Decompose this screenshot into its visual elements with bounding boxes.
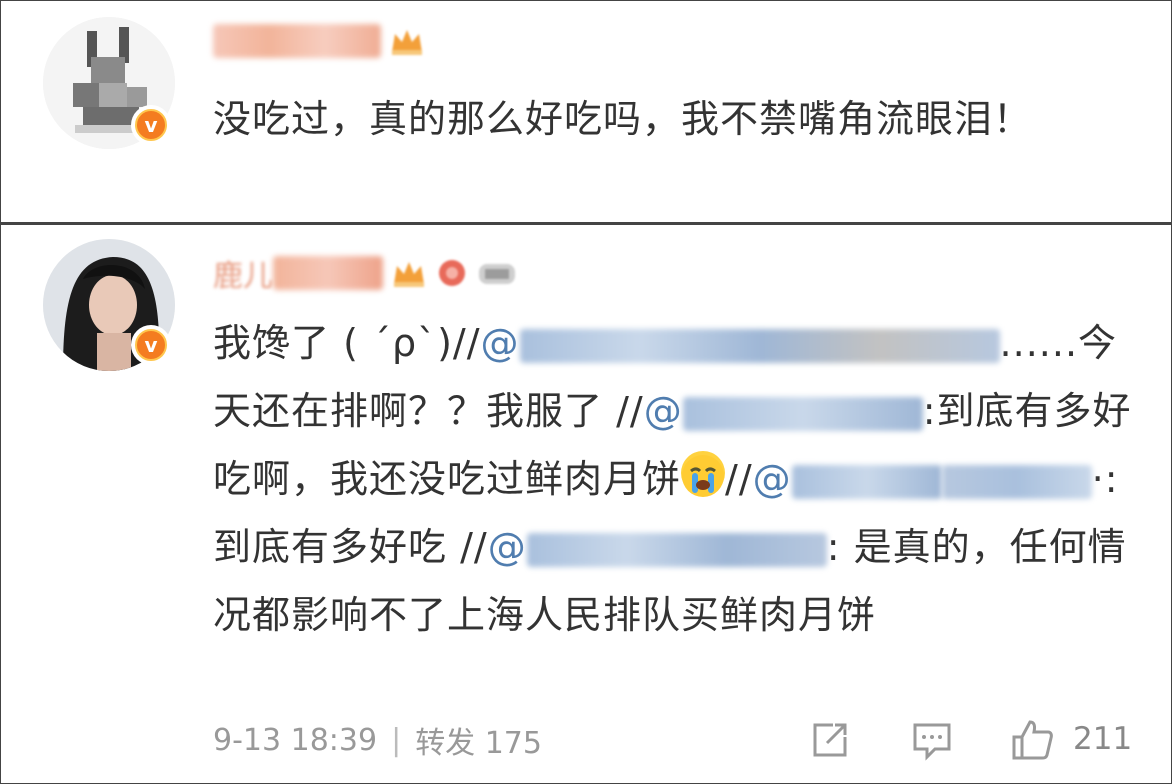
mention-link[interactable]: @ [753, 457, 1092, 501]
timestamp: 9-13 18:39 [213, 722, 378, 758]
level-badge-icon [477, 258, 517, 288]
mention-at: @ [752, 457, 792, 501]
verified-badge-icon: v [131, 325, 171, 365]
username-text: 鹿儿 [213, 259, 273, 294]
username-redacted [213, 24, 381, 58]
fan-badge-icon [435, 258, 469, 288]
comment-text: 我馋了 ( ´ρ`)//@ ......今天还在排啊？？我服了 //@:到底有多好… [213, 309, 1133, 649]
like-count: 211 [1073, 721, 1133, 757]
username[interactable]: 鹿儿 [213, 251, 517, 295]
text-segment: 我馋了 ( ´ρ`)// [213, 321, 481, 365]
mention-redacted [526, 532, 827, 567]
mention-redacted [941, 464, 1092, 499]
mention-redacted [519, 328, 1000, 363]
crying-face-emoji-icon [681, 451, 726, 497]
repost-icon[interactable] [807, 717, 853, 763]
mention-link[interactable]: @ [488, 525, 827, 569]
member-crown-icon [389, 26, 425, 56]
verified-badge-icon: v [131, 105, 171, 145]
mention-link[interactable]: @ [481, 321, 1000, 365]
text-segment: // [725, 457, 753, 501]
mention-at: @ [487, 525, 527, 569]
comment-icon[interactable] [909, 717, 955, 763]
member-crown-icon [391, 258, 427, 288]
comment-footer: 9-13 18:39 | 转发 175 [213, 718, 1133, 762]
mention-link[interactable]: @ [644, 389, 923, 433]
footer-separator: | [391, 722, 402, 758]
thumbs-up-icon[interactable] [1009, 717, 1055, 763]
mention-at: @ [480, 321, 520, 365]
mention-redacted [791, 464, 942, 499]
username-redacted [273, 256, 383, 290]
comment-card: v 没吃过，真的那么好吃吗，我不禁嘴角流眼泪！ [0, 0, 1172, 223]
mention-at: @ [643, 389, 683, 433]
comment-text: 没吃过，真的那么好吃吗，我不禁嘴角流眼泪！ [213, 97, 1033, 141]
repost-count[interactable]: 转发 175 [415, 718, 542, 762]
comment-card: v 鹿儿 我馋了 ( ´ρ`)//@ ......今天还在排啊？？我服了 //@:… [0, 224, 1172, 784]
mention-redacted [682, 396, 923, 431]
username[interactable] [213, 19, 425, 63]
